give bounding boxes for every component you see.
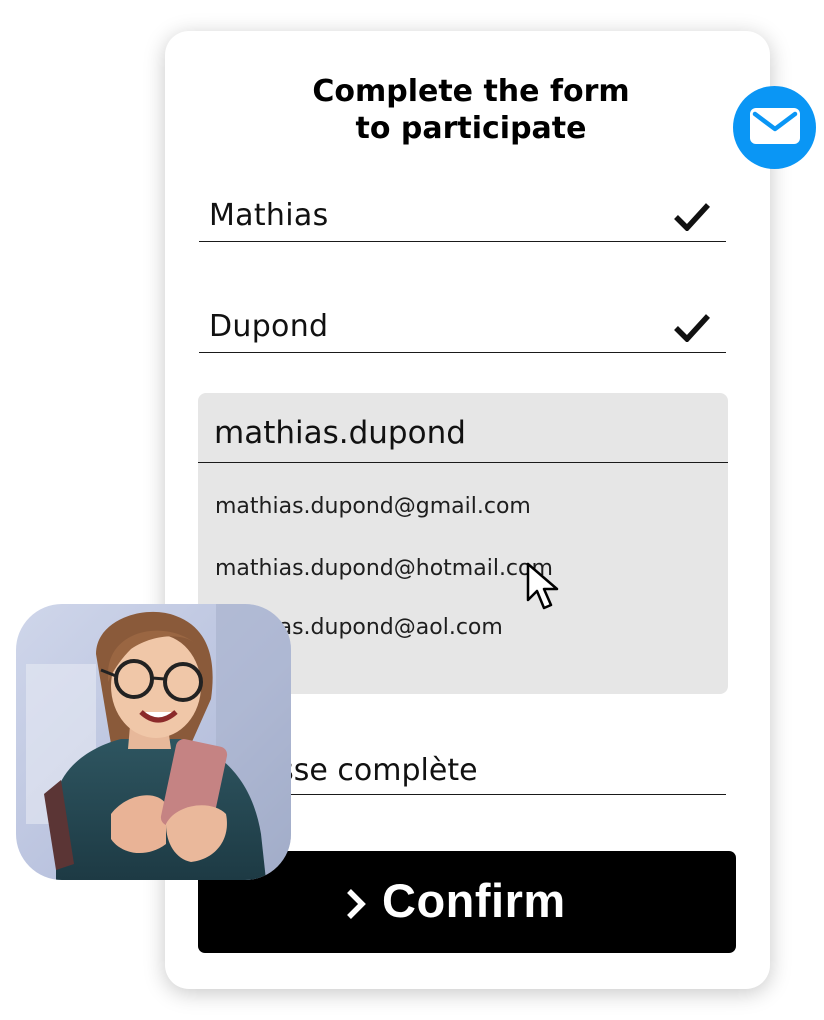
- check-icon: [674, 314, 710, 342]
- suggestion-item[interactable]: mathias.dupond@hotmail.com: [215, 556, 553, 581]
- woman-with-phone-image: [16, 604, 291, 880]
- title-line-1: Complete the form: [312, 74, 630, 109]
- first-name-value: Mathias: [209, 198, 329, 233]
- first-name-field[interactable]: Mathias: [199, 183, 726, 242]
- chevron-right-icon: [347, 889, 366, 919]
- mail-icon: [750, 108, 800, 144]
- cursor-icon: [526, 562, 559, 610]
- title-line-2: to participate: [355, 111, 587, 146]
- last-name-value: Dupond: [209, 309, 329, 344]
- mail-badge: [733, 86, 816, 169]
- email-field[interactable]: mathias.dupond: [198, 393, 728, 463]
- form-title: Complete the form to participate: [165, 73, 777, 147]
- confirm-button[interactable]: Confirm: [198, 851, 736, 953]
- user-photo: [16, 604, 291, 880]
- last-name-field[interactable]: Dupond: [199, 294, 726, 353]
- confirm-label: Confirm: [382, 874, 566, 927]
- suggestion-item[interactable]: mathias.dupond@gmail.com: [215, 494, 531, 519]
- email-value: mathias.dupond: [214, 415, 466, 451]
- check-icon: [674, 203, 710, 231]
